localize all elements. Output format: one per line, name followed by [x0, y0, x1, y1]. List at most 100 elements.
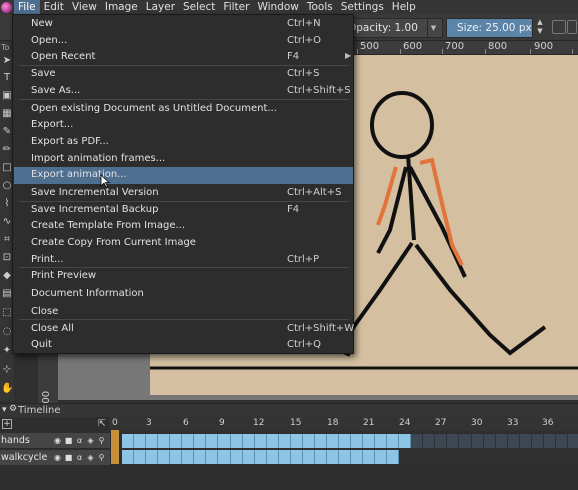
- keyframe-cell[interactable]: [351, 450, 363, 464]
- keyframe-cell[interactable]: [158, 450, 170, 464]
- keyframe-cell[interactable]: [255, 434, 267, 448]
- keyframe-cell[interactable]: [206, 434, 218, 448]
- keyframe-cell[interactable]: [206, 450, 218, 464]
- file-menu-item[interactable]: Save Ctrl+S: [14, 66, 353, 83]
- keyframe-cell[interactable]: [399, 434, 411, 448]
- keyframe-cell[interactable]: [568, 434, 578, 448]
- keyframe-cell[interactable]: [231, 434, 243, 448]
- keyframe-cell[interactable]: [231, 450, 243, 464]
- keyframe-cell[interactable]: [532, 434, 544, 448]
- layer-row[interactable]: hands ◉ ■ α ◈ ⚲: [0, 433, 110, 449]
- keyframe-cell[interactable]: [218, 434, 231, 448]
- file-menu-item[interactable]: Open... Ctrl+O: [14, 33, 353, 50]
- keyframe-cell[interactable]: [423, 434, 435, 448]
- keyframe-cell[interactable]: [158, 434, 170, 448]
- brush-size-field[interactable]: Size: 25.00 px: [446, 18, 533, 38]
- visibility-eye-icon[interactable]: ◉: [53, 453, 62, 462]
- keyframe-cell[interactable]: [134, 450, 146, 464]
- file-menu-item[interactable]: Open existing Document as Untitled Docum…: [14, 101, 353, 118]
- keyframe-cell[interactable]: [375, 434, 387, 448]
- file-menu-item[interactable]: Save As... Ctrl+Shift+S: [14, 83, 353, 100]
- keyframe-cell[interactable]: [459, 434, 472, 448]
- keyframe-cell[interactable]: [315, 434, 327, 448]
- keyframe-cell[interactable]: [435, 434, 447, 448]
- keyframe-cell[interactable]: [327, 450, 339, 464]
- keyframe-cell[interactable]: [291, 450, 303, 464]
- menu-select[interactable]: Select: [179, 0, 219, 14]
- keyframe-cell[interactable]: [544, 434, 556, 448]
- keyframe-cell[interactable]: [291, 434, 303, 448]
- file-menu-item[interactable]: Print Preview: [14, 268, 353, 285]
- file-menu-item[interactable]: New Ctrl+N: [14, 16, 353, 33]
- keyframe-cell[interactable]: [520, 434, 532, 448]
- file-menu-item[interactable]: Quit Ctrl+Q: [14, 337, 353, 354]
- file-menu-item[interactable]: Open Recent F4 ▶: [14, 49, 353, 66]
- keyframe-cell[interactable]: [122, 434, 134, 448]
- keyframe-cell[interactable]: [170, 450, 182, 464]
- keyframe-cell[interactable]: [556, 434, 568, 448]
- file-menu-item[interactable]: Save Incremental Version Ctrl+Alt+S: [14, 185, 353, 202]
- menu-settings[interactable]: Settings: [337, 0, 388, 14]
- keyframe-cell[interactable]: [496, 434, 508, 448]
- keyframe-cell[interactable]: [243, 450, 255, 464]
- spin-arrows-icon[interactable]: ▲ ▼: [534, 18, 546, 38]
- file-menu-item[interactable]: Create Template From Image...: [14, 218, 353, 235]
- file-menu-item[interactable]: Save Incremental Backup F4: [14, 202, 353, 219]
- keyframe-cell[interactable]: [243, 434, 255, 448]
- menu-window[interactable]: Window: [253, 0, 302, 14]
- add-layer-icon[interactable]: +: [2, 419, 12, 429]
- keyframe-cell[interactable]: [218, 450, 231, 464]
- alpha-lock-icon[interactable]: α: [75, 436, 84, 445]
- file-menu-item[interactable]: Export animation...: [14, 167, 353, 184]
- keyframe-cell[interactable]: [303, 450, 315, 464]
- menu-view[interactable]: View: [68, 0, 101, 14]
- keyframe-cell[interactable]: [484, 434, 496, 448]
- frames-row-walkcycle[interactable]: [110, 449, 578, 465]
- keyframe-cell[interactable]: [327, 434, 339, 448]
- menu-filter[interactable]: Filter: [219, 0, 253, 14]
- keyframe-cell[interactable]: [122, 450, 134, 464]
- file-menu-item[interactable]: Close All Ctrl+Shift+W: [14, 321, 354, 338]
- keyframe-cell[interactable]: [146, 434, 158, 448]
- file-menu-item[interactable]: Export as PDF...: [14, 134, 353, 151]
- file-menu-item[interactable]: Document Information: [14, 286, 353, 303]
- pin-icon[interactable]: ⚲: [97, 453, 106, 462]
- keyframe-cell[interactable]: [279, 450, 291, 464]
- keyframe-cell[interactable]: [472, 434, 484, 448]
- file-menu-item[interactable]: Import animation frames...: [14, 151, 353, 168]
- lock-icon[interactable]: [552, 20, 566, 34]
- keyframe-cell[interactable]: [363, 434, 375, 448]
- keyframe-cell[interactable]: [387, 434, 399, 448]
- keyframe-cell[interactable]: [508, 434, 520, 448]
- layer-row[interactable]: walkcycle ◉ ■ α ◈ ⚲: [0, 450, 110, 466]
- keyframe-cell[interactable]: [146, 450, 158, 464]
- alpha-lock-icon[interactable]: α: [75, 453, 84, 462]
- settings-gear-icon[interactable]: ⚙: [9, 404, 17, 414]
- visibility-eye-icon[interactable]: ◉: [53, 436, 62, 445]
- lock-icon[interactable]: ■: [64, 453, 73, 462]
- link-icon[interactable]: [567, 20, 577, 34]
- collapse-arrow-icon[interactable]: ▾: [2, 405, 7, 415]
- timeline-options-icon[interactable]: ⇱: [98, 419, 106, 429]
- frame-number-ruler[interactable]: 0 3 6 9 12 15 18 21 24 27 30 33 36: [110, 417, 578, 431]
- keyframe-cell[interactable]: [194, 434, 206, 448]
- menu-help[interactable]: Help: [388, 0, 420, 14]
- keyframe-cell[interactable]: [375, 450, 387, 464]
- menu-edit[interactable]: Edit: [40, 0, 68, 14]
- keyframe-cell[interactable]: [303, 434, 315, 448]
- keyframe-cell[interactable]: [447, 434, 459, 448]
- playhead[interactable]: [111, 430, 119, 464]
- menu-layer[interactable]: Layer: [142, 0, 179, 14]
- keyframe-cell[interactable]: [134, 434, 146, 448]
- keyframe-cell[interactable]: [170, 434, 182, 448]
- keyframe-cell[interactable]: [255, 450, 267, 464]
- keyframe-cell[interactable]: [363, 450, 375, 464]
- frames-row-hands[interactable]: [110, 433, 578, 449]
- pan-tool-icon[interactable]: ✋: [1, 383, 13, 395]
- keyframe-cell[interactable]: [387, 450, 399, 464]
- pin-icon[interactable]: ⚲: [97, 436, 106, 445]
- keyframe-cell[interactable]: [279, 434, 291, 448]
- keyframe-cell[interactable]: [267, 450, 279, 464]
- lock-icon[interactable]: ■: [64, 436, 73, 445]
- keyframe-cell[interactable]: [194, 450, 206, 464]
